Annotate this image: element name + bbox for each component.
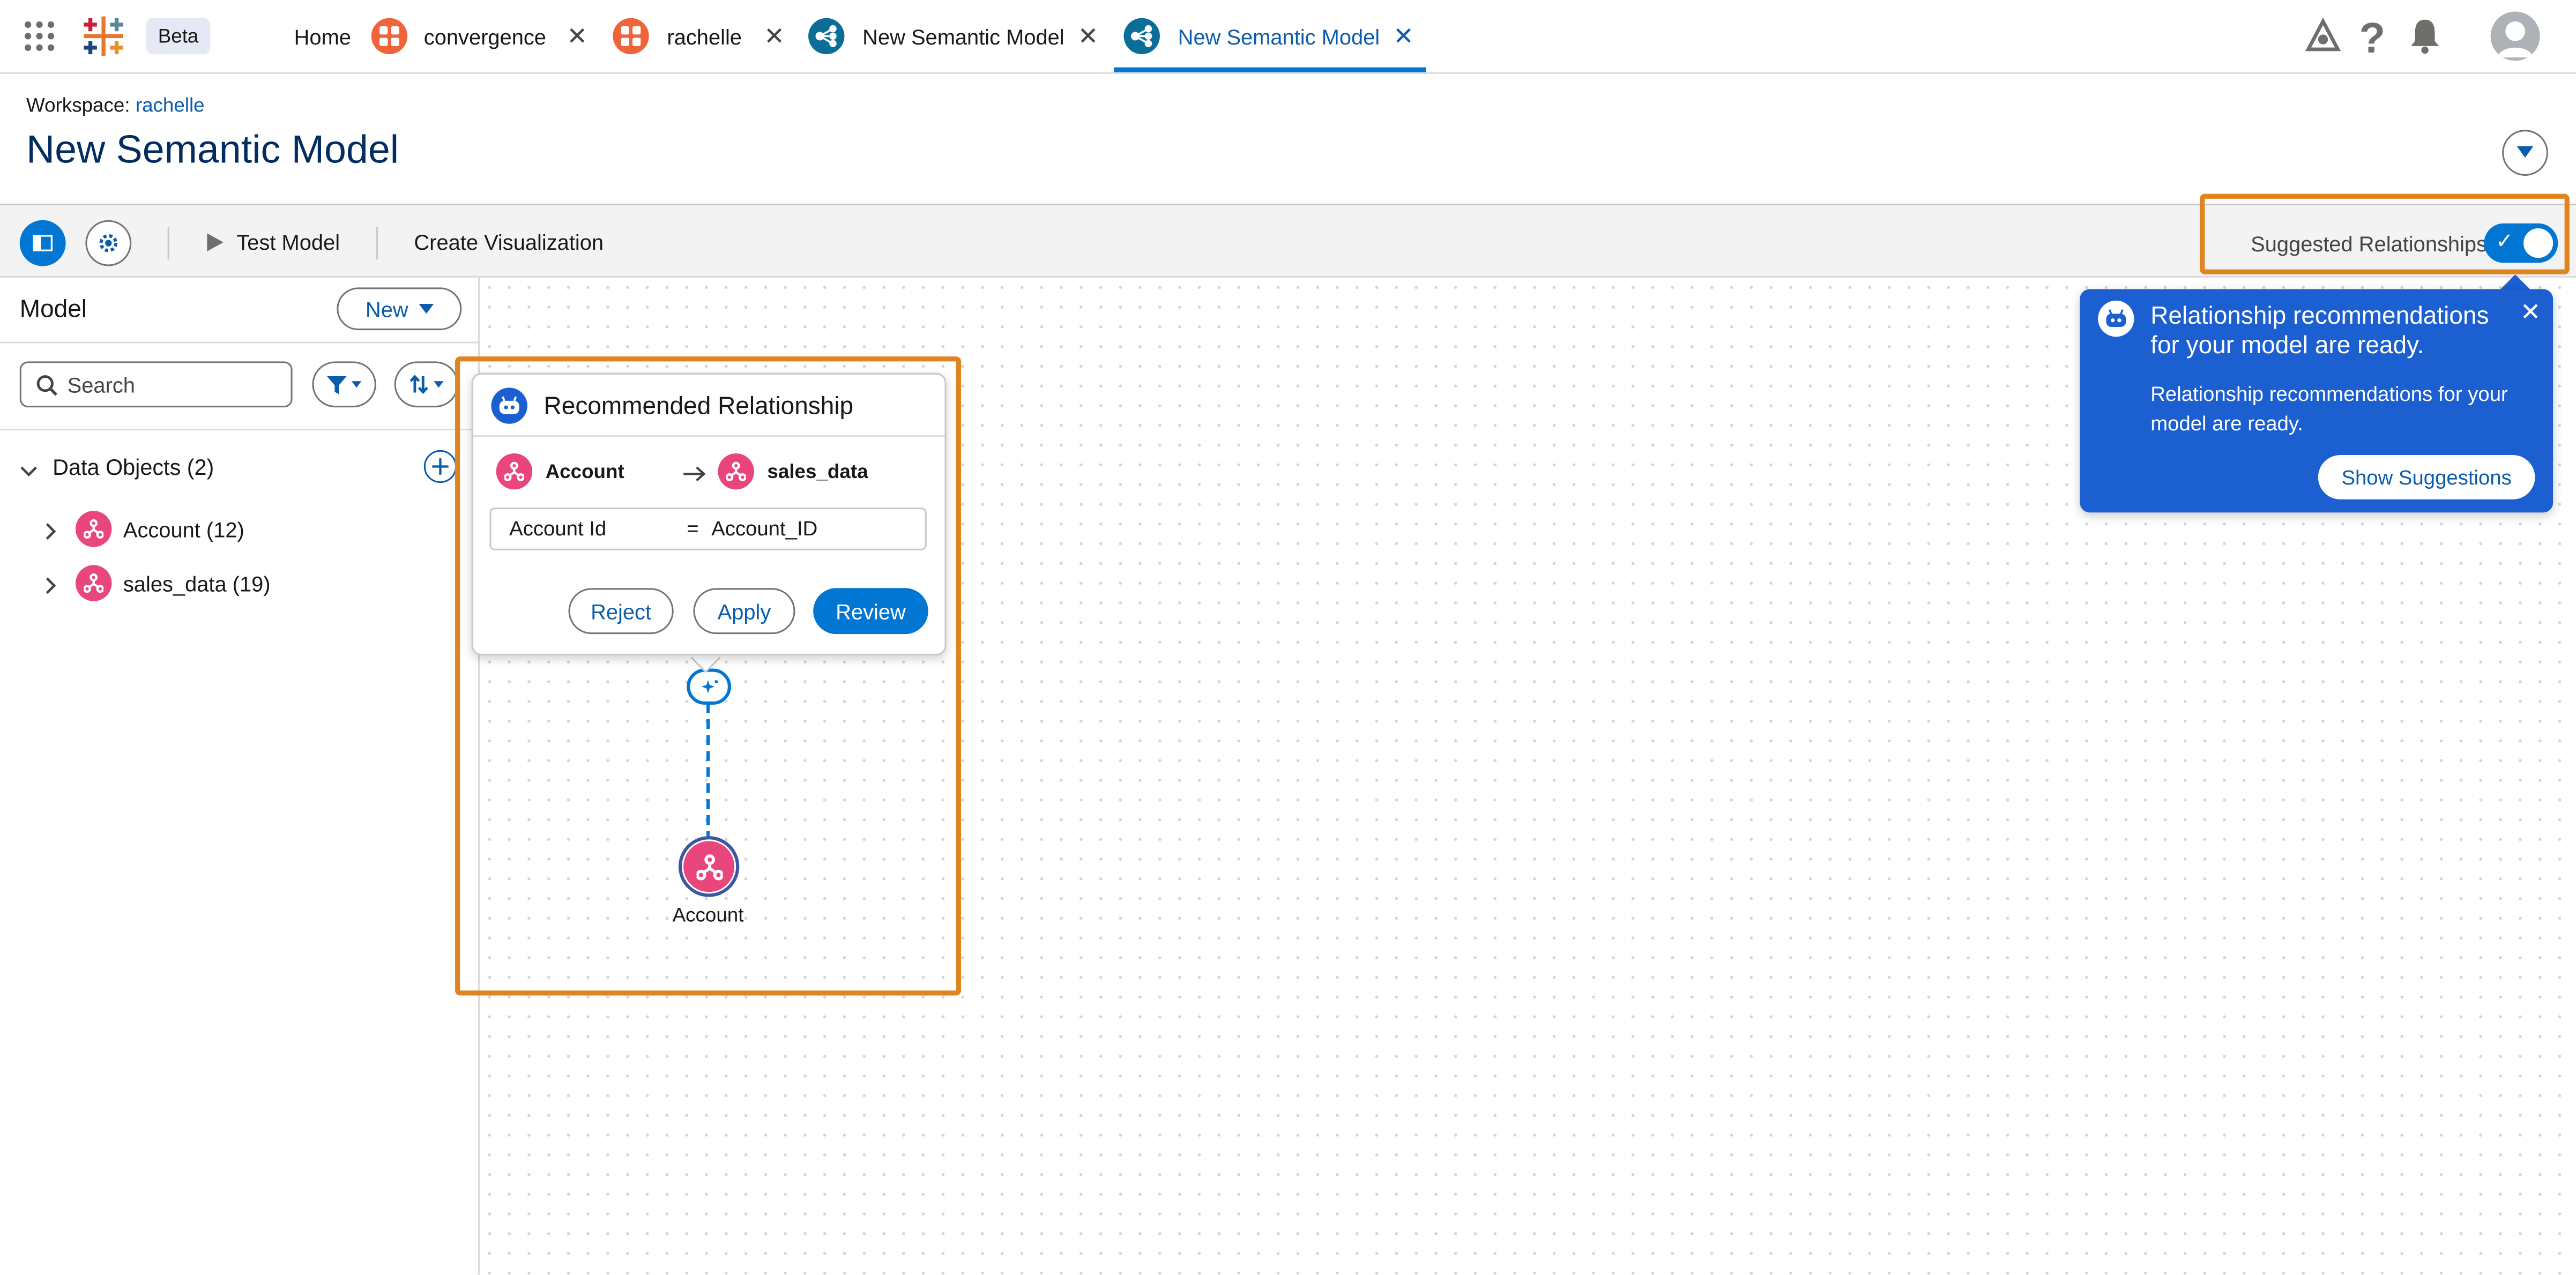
list-item-label: Account (12): [123, 516, 244, 541]
workspace-link[interactable]: rachelle: [136, 94, 205, 117]
workspace-breadcrumb: Workspace: rachelle: [26, 94, 205, 117]
tab-rachelle[interactable]: rachelle ✕: [613, 0, 793, 72]
close-icon[interactable]: ✕: [2520, 297, 2541, 327]
chevron-down-icon: [418, 304, 433, 314]
tab-label: convergence: [423, 24, 547, 49]
create-visualization-button[interactable]: Create Visualization: [414, 230, 604, 255]
workspace-label: Workspace:: [26, 93, 130, 117]
list-item[interactable]: Account (12): [75, 511, 244, 547]
new-button[interactable]: New: [337, 287, 462, 331]
chevron-right-icon[interactable]: [44, 575, 58, 600]
filter-button[interactable]: [312, 361, 376, 408]
plus-icon: [432, 458, 449, 475]
avatar[interactable]: [2490, 11, 2540, 61]
new-button-label: New: [365, 296, 408, 322]
tab-home[interactable]: Home: [294, 0, 351, 72]
settings-button[interactable]: [85, 220, 132, 266]
gear-icon: [99, 234, 118, 252]
close-icon[interactable]: ✕: [764, 21, 785, 51]
toolbar-divider: [376, 226, 378, 260]
semantic-model-icon: [1123, 18, 1160, 55]
semantic-model-icon: [808, 18, 845, 55]
app-root: Beta Home convergence ✕ rachelle ✕ New S…: [0, 0, 2576, 1275]
page-title: New Semantic Model: [26, 128, 399, 173]
sidebar-divider: [0, 341, 478, 344]
search-icon: [36, 375, 58, 396]
search-input[interactable]: Search: [19, 361, 293, 408]
play-icon: [207, 233, 224, 251]
header-dropdown-button[interactable]: [2502, 130, 2548, 176]
highlight-suggested-relationships: [2200, 193, 2570, 274]
data-object-icon: [75, 511, 112, 547]
model-toolbar: Test Model Create Visualization Suggeste…: [0, 204, 2576, 278]
suggestions-ready-popover: Relationship recommendations for your mo…: [2080, 289, 2553, 513]
sort-icon: [410, 375, 428, 394]
tab-label: Home: [294, 24, 351, 49]
beta-badge: Beta: [146, 18, 211, 55]
close-icon[interactable]: ✕: [567, 21, 587, 51]
sidebar-divider: [0, 428, 478, 431]
chevron-down-icon: [434, 381, 444, 388]
chevron-down-icon[interactable]: [20, 458, 38, 483]
data-object-icon: [75, 565, 112, 601]
popover-body: Relationship recommendations for your mo…: [2150, 383, 2508, 436]
toolbar-divider: [167, 226, 169, 260]
notifications-bell-icon[interactable]: [2405, 17, 2445, 56]
add-data-object-button[interactable]: [423, 450, 457, 483]
test-model-button[interactable]: Test Model: [207, 230, 340, 255]
global-nav: Beta Home convergence ✕ rachelle ✕ New S…: [0, 0, 2576, 74]
toggle-panel-button[interactable]: [19, 220, 66, 266]
model-sidebar: Model New Search Data Objects (2) Accoun…: [0, 278, 480, 1275]
tab-label: rachelle: [667, 24, 742, 49]
help-icon[interactable]: ?: [2359, 13, 2392, 63]
popover-title: Relationship recommendations for your mo…: [2150, 302, 2489, 360]
agent-bot-icon: [2098, 300, 2134, 337]
chevron-down-icon: [351, 381, 362, 388]
tableau-logo-icon: [79, 11, 128, 61]
test-model-label: Test Model: [236, 230, 340, 255]
show-suggestions-button[interactable]: Show Suggestions: [2318, 455, 2535, 499]
tab-label: New Semantic Model: [1178, 24, 1380, 49]
chevron-right-icon[interactable]: [44, 521, 58, 546]
panel-icon: [33, 235, 53, 251]
agent-icon[interactable]: [2303, 17, 2343, 56]
tab-new-semantic-model-2[interactable]: New Semantic Model ✕: [1114, 0, 1426, 72]
workspace-icon: [613, 18, 649, 55]
close-icon[interactable]: ✕: [1393, 21, 1414, 51]
chevron-down-icon: [2517, 146, 2534, 158]
tab-label: New Semantic Model: [862, 24, 1064, 49]
list-item[interactable]: sales_data (19): [75, 565, 271, 601]
sort-button[interactable]: [394, 361, 459, 408]
close-icon[interactable]: ✕: [1078, 21, 1099, 51]
tab-new-semantic-model-1[interactable]: New Semantic Model ✕: [808, 0, 1104, 72]
data-objects-header[interactable]: Data Objects (2): [53, 455, 214, 480]
app-launcher-icon[interactable]: [23, 20, 56, 53]
tab-convergence[interactable]: convergence ✕: [371, 0, 593, 72]
search-placeholder: Search: [67, 372, 135, 398]
filter-icon: [326, 375, 347, 394]
highlight-recommended-relationship: [455, 356, 962, 996]
list-item-label: sales_data (19): [123, 571, 271, 596]
workspace-icon: [371, 18, 408, 55]
sidebar-title: Model: [19, 295, 87, 324]
